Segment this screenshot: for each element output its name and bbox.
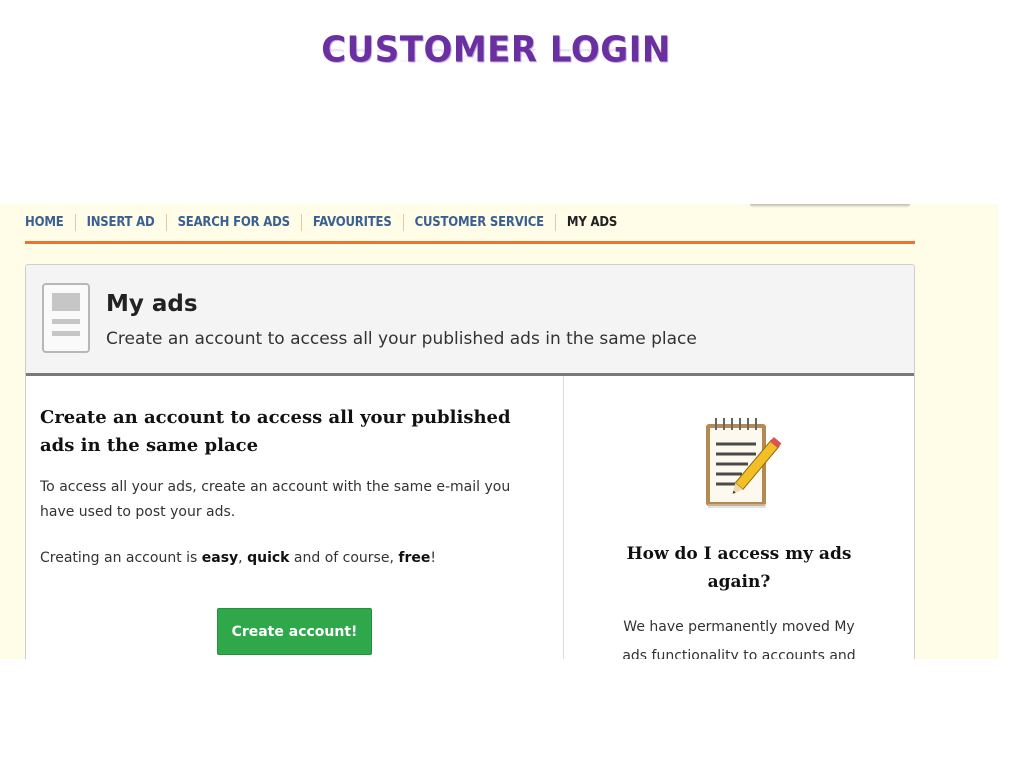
notepad-pencil-icon [706,418,782,508]
benefits-prefix: Creating an account is [40,550,202,566]
nav-item-my-ads[interactable]: MY ADS [554,214,628,231]
main-nav: HOME INSERT AD SEARCH FOR ADS FAVOURITES… [25,214,915,244]
nav-item-home[interactable]: HOME [25,214,75,231]
create-account-description: To access all your ads, create an accoun… [40,479,511,520]
create-account-panel: Create an account to access all your pub… [26,376,564,659]
nav-item-insert-ad[interactable]: INSERT AD [74,214,166,231]
benefit-easy: easy [201,550,239,566]
benefits-end: ! [430,550,436,566]
benefit-quick: quick [247,550,290,566]
nav-item-customer-service[interactable]: CUSTOMER SERVICE [402,214,555,231]
nav-item-search-for-ads[interactable]: SEARCH FOR ADS [165,214,301,231]
help-heading: How do I access my ads again? [626,544,852,592]
card-header: My ads Create an account to access all y… [26,265,914,376]
top-shadow [750,204,910,208]
my-ads-card: My ads Create an account to access all y… [25,264,915,659]
page-title: My ads [106,291,198,317]
help-paragraph: We have permanently moved My ads functio… [622,619,856,659]
create-account-heading: Create an account to access all your pub… [40,407,511,456]
website-screenshot: HOME INSERT AD SEARCH FOR ADS FAVOURITES… [0,204,998,659]
slide-title: CUSTOMER LOGIN [321,29,671,71]
benefits-separator: , [238,550,248,566]
create-account-benefits: Creating an account is easy, quick and o… [40,548,540,568]
create-account-button[interactable]: Create account! [217,608,372,655]
document-icon [42,283,90,353]
help-panel: How do I access my ads again? We have pe… [564,376,914,659]
benefits-middle: and of course, [289,550,399,566]
page-subtitle: Create an account to access all your pub… [106,329,697,349]
benefit-free: free [398,550,431,566]
nav-item-favourites[interactable]: FAVOURITES [300,214,403,231]
